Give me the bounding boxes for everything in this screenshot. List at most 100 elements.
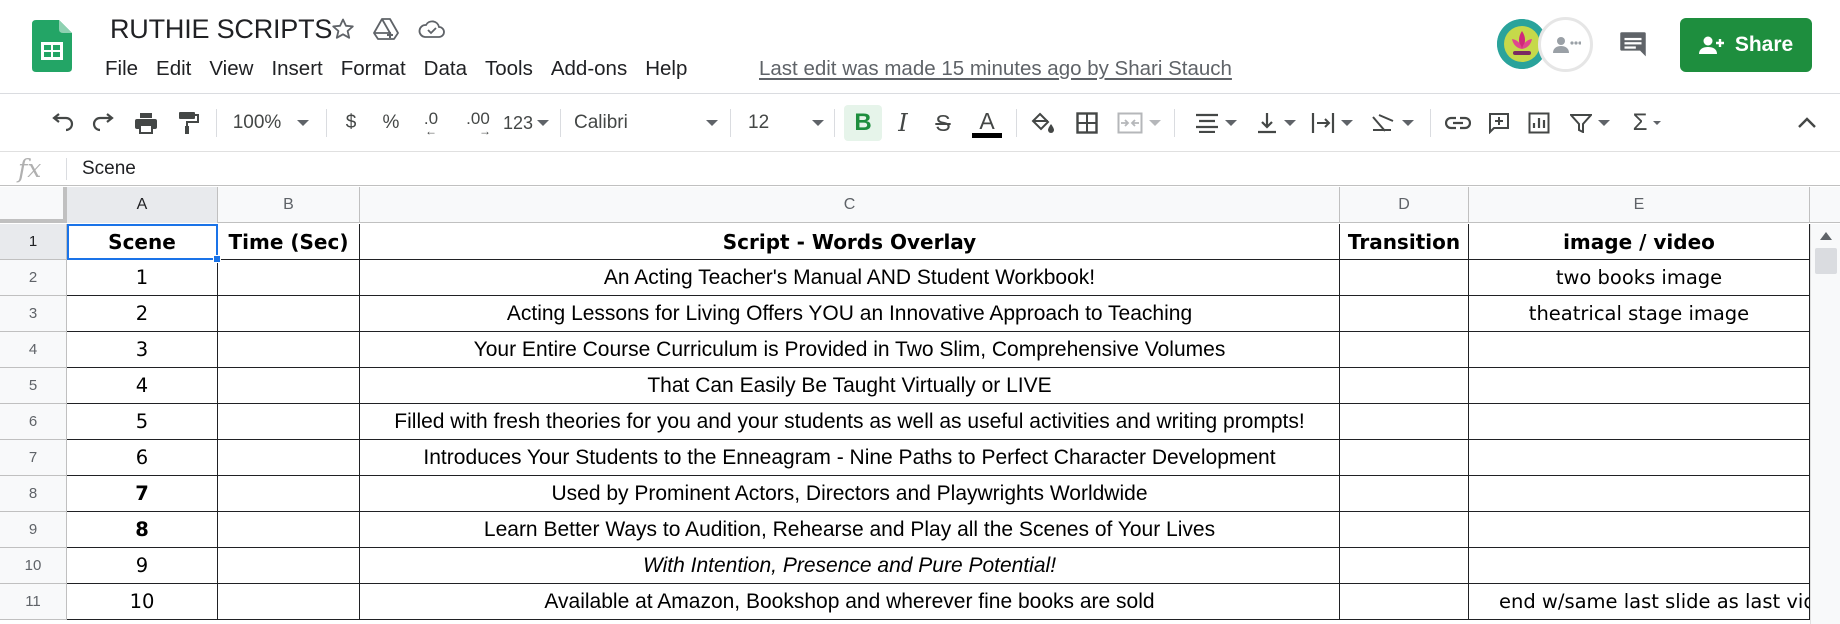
formula-input[interactable]: Scene bbox=[82, 158, 136, 180]
cell-scene[interactable]: 1 bbox=[67, 260, 218, 296]
collapse-toolbar-icon[interactable] bbox=[1790, 105, 1824, 141]
more-formats-select[interactable]: 123 bbox=[502, 105, 550, 141]
cell-script[interactable]: Used by Prominent Actors, Directors and … bbox=[360, 476, 1340, 512]
star-icon[interactable] bbox=[329, 15, 357, 43]
cell-script[interactable]: Learn Better Ways to Audition, Rehearse … bbox=[360, 512, 1340, 548]
column-header-e[interactable]: E bbox=[1469, 187, 1810, 223]
cell-script[interactable]: Introduces Your Students to the Enneagra… bbox=[360, 440, 1340, 476]
menu-data[interactable]: Data bbox=[415, 55, 476, 83]
column-header-a[interactable]: A bbox=[67, 187, 218, 223]
cell-transition[interactable] bbox=[1340, 260, 1469, 296]
cell-transition[interactable] bbox=[1340, 332, 1469, 368]
cell-transition[interactable] bbox=[1340, 296, 1469, 332]
sheets-logo-icon[interactable] bbox=[32, 20, 72, 72]
insert-link-icon[interactable] bbox=[1440, 105, 1476, 141]
row-header[interactable]: 7 bbox=[0, 440, 67, 476]
cell-scene[interactable]: 9 bbox=[67, 548, 218, 584]
cell-script[interactable]: Filled with fresh theories for you and y… bbox=[360, 404, 1340, 440]
cell-transition[interactable] bbox=[1340, 512, 1469, 548]
increase-decimal-button[interactable]: .00 → bbox=[458, 105, 498, 141]
cell-time[interactable] bbox=[218, 584, 360, 620]
strikethrough-button[interactable]: S bbox=[926, 105, 960, 141]
move-to-folder-icon[interactable] bbox=[372, 15, 400, 43]
cell-time[interactable] bbox=[218, 332, 360, 368]
cell-time[interactable] bbox=[218, 296, 360, 332]
comment-history-icon[interactable] bbox=[1616, 28, 1650, 62]
undo-icon[interactable] bbox=[46, 105, 80, 141]
print-icon[interactable] bbox=[128, 105, 164, 141]
share-button[interactable]: Share bbox=[1680, 18, 1812, 72]
cloud-saved-icon[interactable] bbox=[418, 15, 446, 43]
row-header[interactable]: 4 bbox=[0, 332, 67, 368]
row-header[interactable]: 8 bbox=[0, 476, 67, 512]
cell-script[interactable]: With Intention, Presence and Pure Potent… bbox=[360, 548, 1340, 584]
menu-file[interactable]: File bbox=[96, 55, 147, 83]
text-rotation-icon[interactable] bbox=[1364, 105, 1420, 141]
cell-image-video[interactable] bbox=[1469, 548, 1810, 584]
cell-image-video[interactable] bbox=[1469, 512, 1810, 548]
cell-transition[interactable] bbox=[1340, 584, 1469, 620]
column-title-transition[interactable]: Transition bbox=[1340, 224, 1469, 260]
italic-button[interactable]: I bbox=[886, 105, 920, 141]
fill-handle[interactable] bbox=[213, 255, 221, 263]
menu-view[interactable]: View bbox=[200, 55, 262, 83]
menu-add-ons[interactable]: Add-ons bbox=[542, 55, 636, 83]
cell-scene[interactable]: 4 bbox=[67, 368, 218, 404]
font-size-select[interactable]: 12 bbox=[748, 105, 824, 141]
cell-image-video[interactable] bbox=[1469, 368, 1810, 404]
row-header[interactable]: 2 bbox=[0, 260, 67, 296]
column-header-c[interactable]: C bbox=[360, 187, 1340, 223]
cell-transition[interactable] bbox=[1340, 368, 1469, 404]
cell-script[interactable]: An Acting Teacher's Manual AND Student W… bbox=[360, 260, 1340, 296]
row-header[interactable]: 11 bbox=[0, 584, 67, 620]
document-title[interactable]: RUTHIE SCRIPTS bbox=[106, 12, 336, 47]
last-edit-link[interactable]: Last edit was made 15 minutes ago by Sha… bbox=[759, 57, 1232, 81]
cell-time[interactable] bbox=[218, 368, 360, 404]
row-header[interactable]: 6 bbox=[0, 404, 67, 440]
row-header[interactable]: 1 bbox=[0, 224, 67, 260]
row-header[interactable]: 9 bbox=[0, 512, 67, 548]
menu-edit[interactable]: Edit bbox=[147, 55, 200, 83]
cell-scene[interactable]: 7 bbox=[67, 476, 218, 512]
merge-cells-icon[interactable] bbox=[1114, 105, 1164, 141]
column-title-time[interactable]: Time (Sec) bbox=[218, 224, 360, 260]
font-family-select[interactable]: Calibri bbox=[574, 105, 718, 141]
menu-help[interactable]: Help bbox=[636, 55, 696, 83]
cell-scene[interactable]: 8 bbox=[67, 512, 218, 548]
filter-icon[interactable] bbox=[1564, 105, 1616, 141]
column-title-script[interactable]: Script - Words Overlay bbox=[360, 224, 1340, 260]
column-title-media[interactable]: image / video bbox=[1469, 224, 1810, 260]
cell-scene[interactable]: 3 bbox=[67, 332, 218, 368]
fill-color-icon[interactable] bbox=[1026, 105, 1060, 141]
cell-script[interactable]: Your Entire Course Curriculum is Provide… bbox=[360, 332, 1340, 368]
horizontal-align-icon[interactable] bbox=[1188, 105, 1244, 141]
cell-time[interactable] bbox=[218, 440, 360, 476]
cell-script[interactable]: Available at Amazon, Bookshop and wherev… bbox=[360, 584, 1340, 620]
cell-transition[interactable] bbox=[1340, 476, 1469, 512]
cell-scene[interactable]: 5 bbox=[67, 404, 218, 440]
decrease-decimal-button[interactable]: .0 ← bbox=[414, 105, 448, 141]
cell-time[interactable] bbox=[218, 404, 360, 440]
cell-transition[interactable] bbox=[1340, 404, 1469, 440]
row-header[interactable]: 10 bbox=[0, 548, 67, 584]
menu-insert[interactable]: Insert bbox=[262, 55, 331, 83]
insert-chart-icon[interactable] bbox=[1522, 105, 1556, 141]
cell-time[interactable] bbox=[218, 548, 360, 584]
menu-format[interactable]: Format bbox=[332, 55, 415, 83]
cell-scene[interactable]: 10 bbox=[67, 584, 218, 620]
cell-transition[interactable] bbox=[1340, 548, 1469, 584]
cell-image-video[interactable]: theatrical stage image bbox=[1469, 296, 1810, 332]
cell-time[interactable] bbox=[218, 476, 360, 512]
menu-tools[interactable]: Tools bbox=[476, 55, 542, 83]
text-wrapping-icon[interactable] bbox=[1306, 105, 1358, 141]
insert-comment-icon[interactable] bbox=[1482, 105, 1516, 141]
cell-transition[interactable] bbox=[1340, 440, 1469, 476]
select-all-corner[interactable] bbox=[0, 187, 67, 223]
column-header-d[interactable]: D bbox=[1340, 187, 1469, 223]
row-header[interactable]: 3 bbox=[0, 296, 67, 332]
collaborators-icon[interactable] bbox=[1538, 17, 1593, 72]
cell-image-video[interactable] bbox=[1469, 332, 1810, 368]
cell-time[interactable] bbox=[218, 512, 360, 548]
cell-image-video[interactable] bbox=[1469, 476, 1810, 512]
cell-image-video[interactable]: two books image bbox=[1469, 260, 1810, 296]
